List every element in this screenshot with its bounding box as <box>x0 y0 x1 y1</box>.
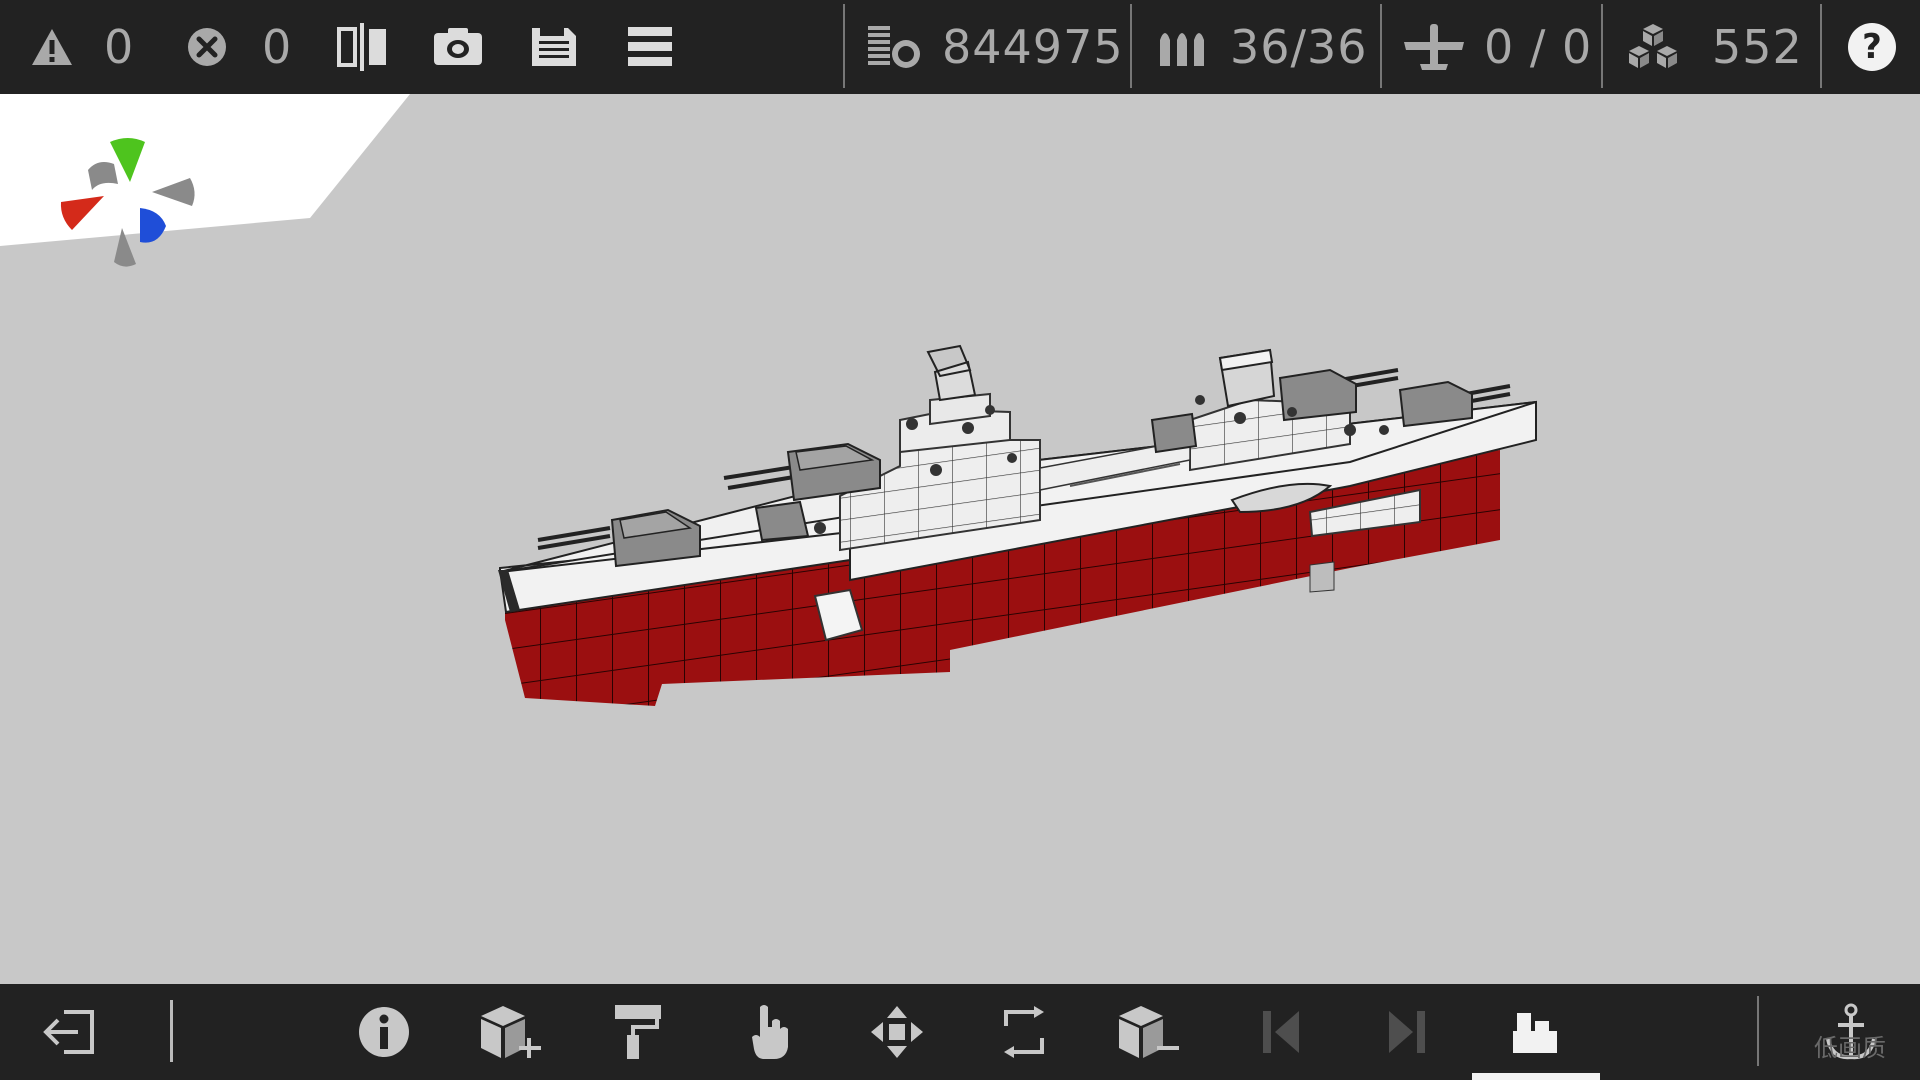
ammo-value: 36/36 <box>1230 20 1368 74</box>
info-icon <box>359 1007 409 1057</box>
previous-button[interactable] <box>1236 984 1326 1080</box>
rotate-button[interactable] <box>979 984 1069 1080</box>
next-button[interactable] <box>1362 984 1452 1080</box>
camera-icon <box>434 28 482 65</box>
rotate-icon <box>1004 1006 1044 1058</box>
top-status-bar: 0 0 844975 36/36 0 / 0 552 ? <box>0 0 1920 94</box>
screenshot-button[interactable] <box>432 0 484 94</box>
errors-counter[interactable]: 0 <box>186 0 292 94</box>
divider <box>1380 4 1382 88</box>
divider <box>1601 4 1603 88</box>
parts-icon <box>1629 24 1677 68</box>
save-icon <box>532 28 576 66</box>
active-tab-indicator <box>1472 1073 1600 1080</box>
exit-icon <box>43 1010 94 1054</box>
help-icon: ? <box>1862 27 1882 67</box>
menu-icon <box>628 27 672 66</box>
divider <box>1130 4 1132 88</box>
parts-display: 552 <box>1624 0 1803 94</box>
ship-model[interactable] <box>498 344 1537 706</box>
errors-count: 0 <box>262 20 293 74</box>
divider <box>1757 996 1759 1066</box>
add-block-button[interactable] <box>467 984 557 1080</box>
cost-icon <box>868 26 920 68</box>
error-icon <box>188 28 226 66</box>
mirror-button[interactable] <box>336 0 388 94</box>
previous-icon <box>1263 1011 1299 1053</box>
weapons-tab-button[interactable] <box>1490 984 1580 1080</box>
weapons-icon <box>1513 1013 1557 1053</box>
move-icon <box>871 1006 923 1058</box>
warnings-count: 0 <box>104 20 135 74</box>
help-button[interactable]: ? <box>1848 23 1896 71</box>
paint-button[interactable] <box>594 984 684 1080</box>
hand-pointer-icon <box>752 1005 788 1059</box>
cost-value: 844975 <box>942 20 1124 74</box>
bottom-toolbar: 低画质 <box>0 984 1920 1080</box>
ammo-icon <box>1160 33 1204 66</box>
warnings-counter[interactable]: 0 <box>30 0 134 94</box>
remove-block-icon <box>1119 1006 1179 1058</box>
info-button[interactable] <box>339 984 429 1080</box>
quality-watermark: 低画质 <box>1814 1034 1886 1062</box>
exit-button[interactable] <box>25 984 115 1080</box>
select-button[interactable] <box>725 984 815 1080</box>
divider <box>1820 4 1822 88</box>
viewport-scene <box>0 94 1537 706</box>
aircraft-display: 0 / 0 <box>1402 0 1592 94</box>
turret-mid <box>1150 412 1198 454</box>
mirror-icon <box>337 23 386 71</box>
floor-plane <box>0 94 410 246</box>
aircraft-value: 0 / 0 <box>1484 20 1593 74</box>
turret-aft <box>1278 368 1399 422</box>
add-block-icon <box>481 1006 541 1058</box>
aircraft-icon <box>1404 24 1464 70</box>
warning-icon <box>32 29 72 65</box>
cost-display: 844975 <box>868 0 1124 94</box>
remove-block-button[interactable] <box>1105 984 1195 1080</box>
parts-value: 552 <box>1712 20 1803 74</box>
save-button[interactable] <box>530 0 578 94</box>
next-icon <box>1389 1011 1425 1053</box>
menu-button[interactable] <box>628 0 672 94</box>
divider <box>170 1000 173 1062</box>
divider <box>843 4 845 88</box>
paint-roller-icon <box>615 1005 661 1059</box>
editor-viewport[interactable] <box>0 94 1920 984</box>
move-button[interactable] <box>852 984 942 1080</box>
ammo-display: 36/36 <box>1158 0 1368 94</box>
